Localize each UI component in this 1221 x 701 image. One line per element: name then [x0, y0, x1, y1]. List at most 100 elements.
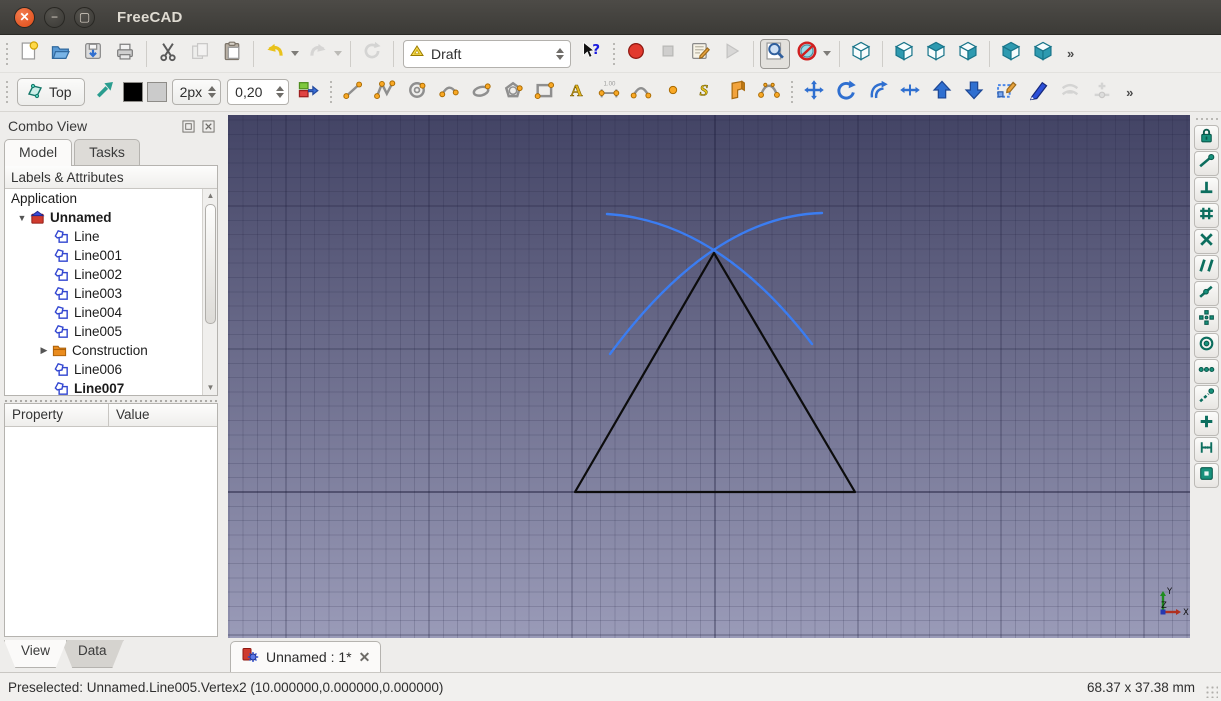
- document-tab-close-icon[interactable]: ✕: [359, 649, 371, 666]
- 3d-viewport[interactable]: Y X Z: [228, 115, 1190, 638]
- draft-dimension[interactable]: 1.00: [594, 77, 624, 107]
- undo[interactable]: [260, 39, 290, 69]
- value-column-header[interactable]: Value: [109, 404, 150, 426]
- draft-rotate[interactable]: [831, 77, 861, 107]
- toggle-construction-mode[interactable]: [90, 77, 120, 107]
- draft-arc[interactable]: [434, 77, 464, 107]
- window-close-button[interactable]: ✕: [14, 7, 35, 28]
- scroll-thumb[interactable]: [205, 204, 216, 324]
- tree-item-line006[interactable]: Line006: [5, 360, 202, 379]
- tree-item-construction[interactable]: ▶Construction: [5, 341, 202, 360]
- window-maximize-button[interactable]: ▢: [74, 7, 95, 28]
- snap-grid-button[interactable]: [1194, 203, 1219, 228]
- draft-shapestring[interactable]: S: [690, 77, 720, 107]
- tab-tasks[interactable]: Tasks: [74, 139, 140, 166]
- spinner-arrows-icon[interactable]: [208, 86, 218, 98]
- open-document[interactable]: [46, 39, 76, 69]
- snap-lock-button[interactable]: [1194, 125, 1219, 150]
- draft-bezier[interactable]: [754, 77, 784, 107]
- snap-dimensions-button[interactable]: [1194, 437, 1219, 462]
- line-width-spinner[interactable]: 2px: [172, 79, 222, 105]
- draft-downgrade[interactable]: [959, 77, 989, 107]
- tree-item-line004[interactable]: Line004: [5, 303, 202, 322]
- draft-text[interactable]: A: [562, 77, 592, 107]
- tree-header[interactable]: Labels & Attributes: [5, 166, 217, 189]
- draft-bspline[interactable]: [626, 77, 656, 107]
- snap-ortho-button[interactable]: [1194, 359, 1219, 384]
- window-minimize-button[interactable]: −: [44, 7, 65, 28]
- line-color-swatch[interactable]: [123, 82, 143, 102]
- draft-wire[interactable]: [370, 77, 400, 107]
- snap-intersection-button[interactable]: [1194, 229, 1219, 254]
- draft-trimex[interactable]: [895, 77, 925, 107]
- snap-near-button[interactable]: [1194, 281, 1219, 306]
- toolbar-grip[interactable]: [326, 79, 335, 105]
- view-bottom[interactable]: [1028, 39, 1058, 69]
- snap-extension-button[interactable]: [1194, 385, 1219, 410]
- draft-scale[interactable]: [991, 77, 1021, 107]
- draft-rectangle[interactable]: [530, 77, 560, 107]
- face-color-swatch[interactable]: [147, 82, 167, 102]
- expander-open-icon[interactable]: ▼: [15, 213, 29, 223]
- paste[interactable]: [217, 39, 247, 69]
- snap-midpoint-button[interactable]: [1194, 307, 1219, 332]
- draft-edit[interactable]: [1023, 77, 1053, 107]
- save-document[interactable]: [78, 39, 108, 69]
- tree-scrollbar[interactable]: ▲ ▼: [202, 189, 217, 395]
- toolbar-grip[interactable]: [787, 79, 796, 105]
- view-axonometric[interactable]: [846, 39, 876, 69]
- draft-upgrade[interactable]: [927, 77, 957, 107]
- tree-item-line003[interactable]: Line003: [5, 284, 202, 303]
- tab-model[interactable]: Model: [4, 139, 72, 166]
- print[interactable]: [110, 39, 140, 69]
- tree-item-line005[interactable]: Line005: [5, 322, 202, 341]
- tree-item-unnamed[interactable]: ▼Unnamed: [5, 208, 202, 227]
- draft-offset[interactable]: [863, 77, 893, 107]
- panel-close-icon[interactable]: [200, 118, 216, 134]
- workbench-selector[interactable]: Draft: [403, 40, 571, 68]
- macro-edit[interactable]: [685, 39, 715, 69]
- macro-record[interactable]: [621, 39, 651, 69]
- text-size-spinner[interactable]: 0,20: [227, 79, 289, 105]
- tree-item-line002[interactable]: Line002: [5, 265, 202, 284]
- draw-style-dropdown-icon[interactable]: [823, 51, 831, 56]
- document-tab[interactable]: Unnamed : 1* ✕: [230, 641, 381, 672]
- tab-data[interactable]: Data: [61, 640, 124, 668]
- snap-workingplane-button[interactable]: [1194, 463, 1219, 488]
- window-resize-grip[interactable]: [1205, 685, 1218, 698]
- draft-circle[interactable]: [402, 77, 432, 107]
- draft-move[interactable]: [799, 77, 829, 107]
- spinner-arrows-icon[interactable]: [276, 86, 286, 98]
- draft-facebinder[interactable]: [722, 77, 752, 107]
- apply-current-style[interactable]: [293, 77, 323, 107]
- panel-float-icon[interactable]: [180, 118, 196, 134]
- working-plane-button[interactable]: Top: [17, 78, 85, 106]
- snap-angle-button[interactable]: [1194, 411, 1219, 436]
- scroll-down-icon[interactable]: ▼: [203, 381, 218, 395]
- scroll-up-icon[interactable]: ▲: [203, 189, 218, 203]
- tab-view[interactable]: View: [4, 640, 67, 668]
- draw-style[interactable]: [792, 39, 822, 69]
- snap-toolbar-grip[interactable]: [1196, 115, 1218, 122]
- tree-item-application[interactable]: Application: [5, 189, 202, 208]
- view-right[interactable]: [953, 39, 983, 69]
- toolbar1-overflow[interactable]: »: [1061, 46, 1080, 61]
- toolbar-grip[interactable]: [2, 41, 11, 67]
- draft-point[interactable]: [658, 77, 688, 107]
- snap-parallel-button[interactable]: [1194, 255, 1219, 280]
- view-fit-all[interactable]: [760, 39, 790, 69]
- toolbar2-overflow[interactable]: »: [1120, 85, 1139, 100]
- whats-this-help[interactable]: ?: [576, 39, 606, 69]
- expander-closed-icon[interactable]: ▶: [37, 345, 51, 356]
- property-column-header[interactable]: Property: [5, 404, 109, 426]
- snap-endpoint-button[interactable]: [1194, 151, 1219, 176]
- new-document[interactable]: [14, 39, 44, 69]
- view-rear[interactable]: [996, 39, 1026, 69]
- draft-line[interactable]: [338, 77, 368, 107]
- snap-perpendicular-button[interactable]: [1194, 177, 1219, 202]
- view-top[interactable]: [921, 39, 951, 69]
- cut[interactable]: [153, 39, 183, 69]
- draft-polygon[interactable]: [498, 77, 528, 107]
- tree-item-line001[interactable]: Line001: [5, 246, 202, 265]
- undo-dropdown-icon[interactable]: [291, 51, 299, 56]
